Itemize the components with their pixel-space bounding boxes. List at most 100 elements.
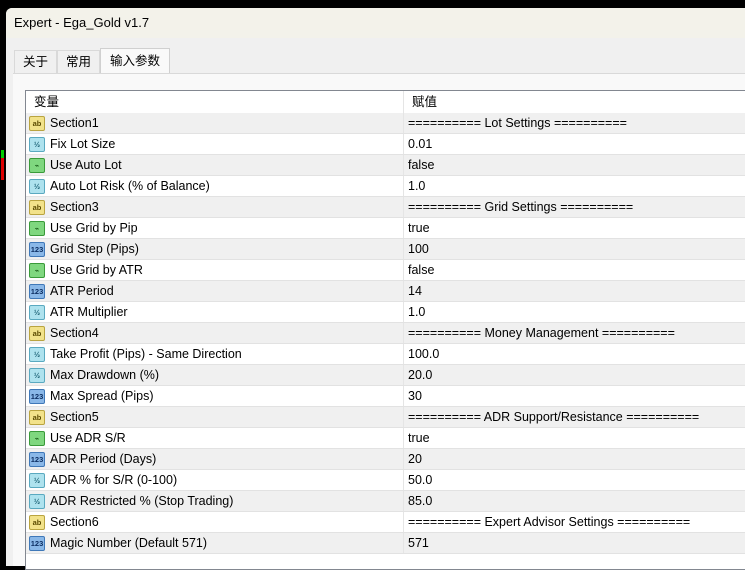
variable-cell: 123 ADR Period (Days) <box>26 449 404 469</box>
variable-cell: ⌁ Use Auto Lot <box>26 155 404 175</box>
table-row[interactable]: ½ ADR % for S/R (0-100) 50.0 <box>26 470 745 491</box>
value-cell[interactable]: 1.0 <box>404 305 425 319</box>
value-cell[interactable]: 20.0 <box>404 368 432 382</box>
bool-type-icon: ⌁ <box>29 157 45 173</box>
variable-name: Use Auto Lot <box>50 158 122 172</box>
value-cell[interactable]: 20 <box>404 452 422 466</box>
variable-cell: ⌁ Use ADR S/R <box>26 428 404 448</box>
variable-cell: ab Section1 <box>26 113 404 133</box>
table-row[interactable]: ⌁ Use Auto Lot false <box>26 155 745 176</box>
variable-name: Use Grid by Pip <box>50 221 138 235</box>
variable-cell: ½ ATR Multiplier <box>26 302 404 322</box>
column-header-variable[interactable]: 变量 <box>26 91 404 113</box>
value-cell[interactable]: ========== Grid Settings ========== <box>404 200 633 214</box>
variable-name: Auto Lot Risk (% of Balance) <box>50 179 210 193</box>
string-type-icon: ab <box>29 115 45 131</box>
table-row[interactable]: ab Section6 ========== Expert Advisor Sett… <box>26 512 745 533</box>
variable-cell: 123 ATR Period <box>26 281 404 301</box>
value-cell[interactable]: 85.0 <box>404 494 432 508</box>
window-title[interactable]: Expert - Ega_Gold v1.7 <box>6 8 745 38</box>
table-row[interactable]: ½ ATR Multiplier 1.0 <box>26 302 745 323</box>
variable-cell: ½ ADR Restricted % (Stop Trading) <box>26 491 404 511</box>
bool-type-icon: ⌁ <box>29 262 45 278</box>
tab-inputs[interactable]: 输入参数 <box>100 48 171 74</box>
value-cell[interactable]: 30 <box>404 389 422 403</box>
table-row[interactable]: 123 Grid Step (Pips) 100 <box>26 239 745 260</box>
table-row[interactable]: ½ Take Profit (Pips) - Same Direction 100.… <box>26 344 745 365</box>
variable-name: ADR Period (Days) <box>50 452 157 466</box>
double-type-icon: ½ <box>29 136 45 152</box>
value-cell[interactable]: false <box>404 158 434 172</box>
double-type-icon: ½ <box>29 178 45 194</box>
variable-cell: ab Section5 <box>26 407 404 427</box>
variable-name: Max Spread (Pips) <box>50 389 154 403</box>
variable-name: Use ADR S/R <box>50 431 126 445</box>
variable-cell: ½ ADR % for S/R (0-100) <box>26 470 404 490</box>
value-cell[interactable]: 100.0 <box>404 347 439 361</box>
value-cell[interactable]: 50.0 <box>404 473 432 487</box>
table-body: ab Section1 ========== Lot Settings ======… <box>26 113 745 554</box>
string-type-icon: ab <box>29 199 45 215</box>
tab-common[interactable]: 常用 <box>57 50 101 74</box>
value-cell[interactable]: ========== Money Management ========== <box>404 326 675 340</box>
value-cell[interactable]: 0.01 <box>404 137 432 151</box>
value-cell[interactable]: ========== Expert Advisor Settings =====… <box>404 515 690 529</box>
table-row[interactable]: 123 ADR Period (Days) 20 <box>26 449 745 470</box>
variable-name: Max Drawdown (%) <box>50 368 160 382</box>
table-row[interactable]: ⌁ Use ADR S/R true <box>26 428 745 449</box>
table-row[interactable]: ½ Fix Lot Size 0.01 <box>26 134 745 155</box>
int-type-icon: 123 <box>29 241 45 257</box>
int-type-icon: 123 <box>29 388 45 404</box>
variable-name: Section4 <box>50 326 99 340</box>
variable-cell: ab Section4 <box>26 323 404 343</box>
value-cell[interactable]: 1.0 <box>404 179 425 193</box>
table-row[interactable]: 123 ATR Period 14 <box>26 281 745 302</box>
string-type-icon: ab <box>29 325 45 341</box>
value-cell[interactable]: true <box>404 221 430 235</box>
variable-name: Section3 <box>50 200 99 214</box>
variable-cell: ½ Max Drawdown (%) <box>26 365 404 385</box>
candle-bar <box>1 150 4 158</box>
double-type-icon: ½ <box>29 493 45 509</box>
variable-name: Magic Number (Default 571) <box>50 536 208 550</box>
tab-about[interactable]: 关于 <box>14 50 58 74</box>
table-row[interactable]: 123 Max Spread (Pips) 30 <box>26 386 745 407</box>
table-row[interactable]: ½ Auto Lot Risk (% of Balance) 1.0 <box>26 176 745 197</box>
table-row[interactable]: ab Section3 ========== Grid Settings =====… <box>26 197 745 218</box>
int-type-icon: 123 <box>29 283 45 299</box>
tab-bar: 关于 常用 输入参数 <box>14 48 171 74</box>
variable-name: Section5 <box>50 410 99 424</box>
value-cell[interactable]: true <box>404 431 430 445</box>
inputs-panel: 变量 赋值 ab Section1 ========== Lot Settings … <box>13 73 745 570</box>
double-type-icon: ½ <box>29 346 45 362</box>
value-cell[interactable]: ========== Lot Settings ========== <box>404 116 627 130</box>
string-type-icon: ab <box>29 514 45 530</box>
value-cell[interactable]: 100 <box>404 242 429 256</box>
table-row[interactable]: 123 Magic Number (Default 571) 571 <box>26 533 745 554</box>
variable-cell: ½ Fix Lot Size <box>26 134 404 154</box>
variable-name: ATR Period <box>50 284 114 298</box>
table-row[interactable]: ½ Max Drawdown (%) 20.0 <box>26 365 745 386</box>
parameters-table: 变量 赋值 ab Section1 ========== Lot Settings … <box>25 90 745 570</box>
table-row[interactable]: ab Section1 ========== Lot Settings ======… <box>26 113 745 134</box>
variable-cell: 123 Magic Number (Default 571) <box>26 533 404 553</box>
value-cell[interactable]: 14 <box>404 284 422 298</box>
table-row[interactable]: ab Section5 ========== ADR Support/Resista… <box>26 407 745 428</box>
table-row[interactable]: ab Section4 ========== Money Management ==… <box>26 323 745 344</box>
table-row[interactable]: ⌁ Use Grid by Pip true <box>26 218 745 239</box>
value-cell[interactable]: false <box>404 263 434 277</box>
variable-name: Fix Lot Size <box>50 137 116 151</box>
value-cell[interactable]: 571 <box>404 536 429 550</box>
string-type-icon: ab <box>29 409 45 425</box>
column-header-value[interactable]: 赋值 <box>404 91 437 113</box>
value-cell[interactable]: ========== ADR Support/Resistance ======… <box>404 410 699 424</box>
table-row[interactable]: ½ ADR Restricted % (Stop Trading) 85.0 <box>26 491 745 512</box>
bool-type-icon: ⌁ <box>29 430 45 446</box>
variable-cell: ab Section6 <box>26 512 404 532</box>
variable-name: ATR Multiplier <box>50 305 128 319</box>
table-header: 变量 赋值 <box>26 91 745 113</box>
double-type-icon: ½ <box>29 367 45 383</box>
variable-cell: 123 Grid Step (Pips) <box>26 239 404 259</box>
table-row[interactable]: ⌁ Use Grid by ATR false <box>26 260 745 281</box>
bool-type-icon: ⌁ <box>29 220 45 236</box>
